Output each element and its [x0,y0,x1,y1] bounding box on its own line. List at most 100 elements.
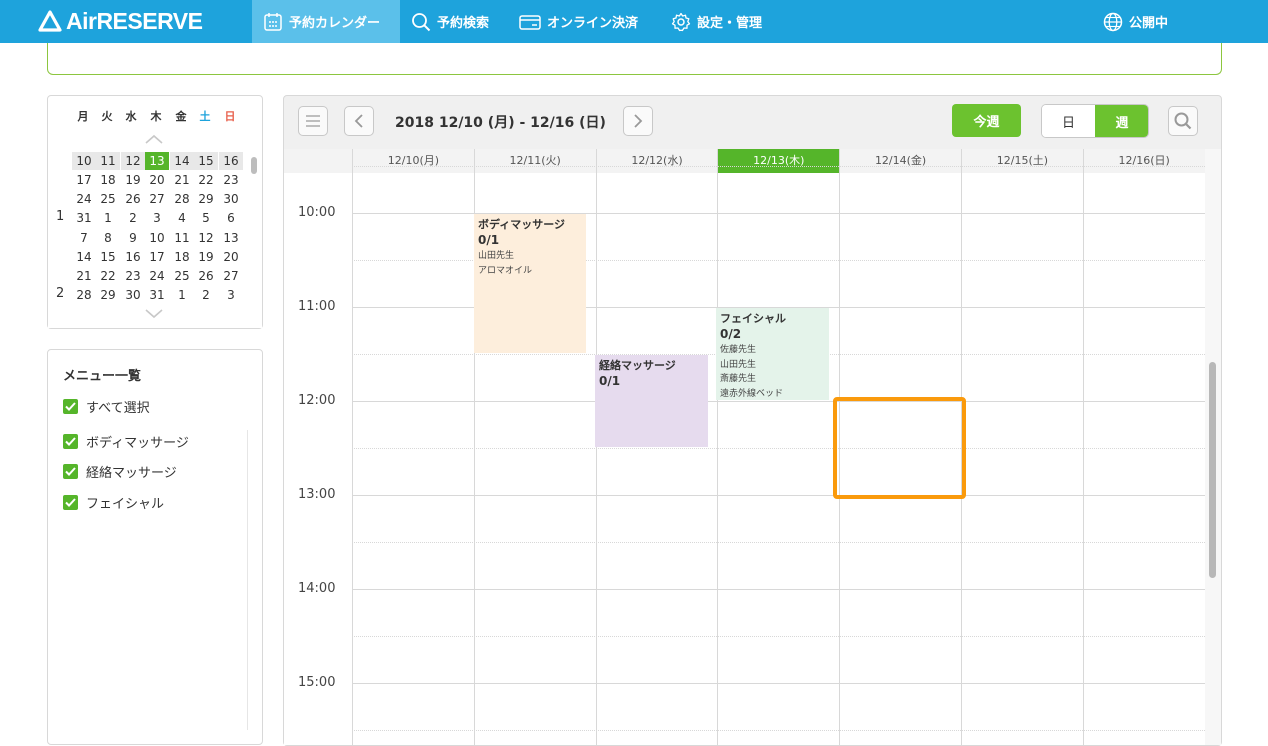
time-column-header [284,149,352,173]
mini-calendar-day[interactable]: 2 [121,209,145,227]
mini-calendar-day[interactable]: 14 [72,248,96,266]
day-header[interactable]: 12/11(火) [473,149,596,173]
grid-half-hour-line [352,730,1205,731]
mini-calendar-day[interactable]: 3 [145,209,169,227]
time-label: 11:00 [298,299,336,314]
calendar-icon [264,12,282,31]
day-header[interactable]: 12/13(木) [717,149,840,173]
mini-calendar-day[interactable]: 1 [96,209,120,227]
this-week-button[interactable]: 今週 [952,104,1021,137]
grid-hour-line [352,589,1205,590]
mini-calendar-day[interactable]: 10 [145,229,169,247]
grid-hour-line [352,401,1205,402]
menu-title: メニュー一覧 [63,369,142,384]
mini-calendar-day[interactable]: 16 [121,248,145,266]
mini-calendar-day[interactable]: 22 [194,171,218,189]
menu-item-meridian-massage[interactable]: 経絡マッサージ [63,462,177,481]
mini-calendar-day[interactable]: 9 [121,229,145,247]
day-header[interactable]: 12/16(日) [1082,149,1205,173]
mini-calendar-day[interactable]: 15 [194,152,218,170]
mini-calendar-day[interactable]: 12 [194,229,218,247]
day-header[interactable]: 12/14(金) [839,149,961,173]
time-label: 14:00 [298,581,336,596]
select-all-checkbox[interactable]: すべて選択 [63,397,150,416]
mini-calendar-day[interactable]: 29 [194,190,218,208]
time-label: 12:00 [298,393,336,408]
chevron-down-icon[interactable] [144,308,164,320]
day-view-button[interactable]: 日 [1042,105,1095,137]
time-label: 15:00 [298,675,336,690]
mini-calendar-day[interactable]: 6 [219,209,243,227]
mini-calendar-day[interactable]: 21 [170,171,194,189]
selection-highlight[interactable] [833,397,966,499]
mini-calendar-day[interactable]: 11 [170,229,194,247]
mini-calendar-day[interactable]: 25 [96,190,120,208]
search-button[interactable] [1168,106,1198,136]
mini-calendar-day[interactable]: 17 [72,171,96,189]
mini-calendar-day[interactable]: 30 [219,190,243,208]
mini-calendar-day[interactable]: 22 [96,267,120,285]
mini-calendar-day[interactable]: 18 [96,171,120,189]
mini-calendar-day[interactable]: 19 [194,248,218,266]
grid-half-hour-line [352,542,1205,543]
mini-calendar-day[interactable]: 25 [170,267,194,285]
notice-strip [47,43,1222,75]
nav-reservation-search[interactable]: 予約検索 [411,0,489,43]
mini-calendar-day[interactable]: 20 [145,171,169,189]
next-week-button[interactable] [623,106,653,136]
day-header[interactable]: 12/12(水) [595,149,718,173]
mini-calendar-day[interactable]: 28 [170,190,194,208]
event-name: 経絡マッサージ [599,359,676,372]
publish-status[interactable]: 公開中 [1103,0,1168,43]
menu-toggle-button[interactable] [298,106,328,136]
day-header[interactable]: 12/15(土) [961,149,1083,173]
mini-calendar-day[interactable]: 24 [72,190,96,208]
event-detail: 斎藤先生 [720,374,757,384]
mini-calendar-day[interactable]: 20 [219,248,243,266]
menu-item-facial[interactable]: フェイシャル [63,493,164,512]
mini-calendar-day[interactable]: 17 [145,248,169,266]
mini-calendar-day[interactable]: 10 [72,152,96,170]
mini-calendar-day[interactable]: 19 [121,171,145,189]
time-label: 10:00 [298,205,336,220]
app-logo[interactable]: AirRESERVE [38,7,203,35]
mini-calendar-day[interactable]: 16 [219,152,243,170]
mini-calendar-day[interactable]: 27 [145,190,169,208]
mini-calendar-scrollbar[interactable] [251,157,257,174]
mini-calendar-day[interactable]: 13 [219,229,243,247]
mini-calendar-day[interactable]: 26 [121,190,145,208]
prev-week-button[interactable] [344,106,374,136]
mini-calendar-day[interactable]: 27 [219,267,243,285]
calendar-scrollbar[interactable] [1209,362,1216,578]
mini-calendar-day[interactable]: 4 [170,209,194,227]
event-body-massage[interactable]: ボディマッサージ 0/1 山田先生 アロマオイル [474,214,586,353]
mini-calendar-day[interactable]: 31 [72,209,96,227]
nav-label: オンライン決済 [547,16,639,31]
mini-calendar-day[interactable]: 5 [194,209,218,227]
mini-calendar-day[interactable]: 13 [145,152,169,170]
nav-settings[interactable]: 設定・管理 [671,0,762,43]
weekday-wed: 水 [125,110,137,123]
day-header[interactable]: 12/10(月) [352,149,474,173]
mini-calendar-day[interactable]: 14 [170,152,194,170]
search-icon [412,12,431,31]
mini-calendar-day[interactable]: 23 [219,171,243,189]
mini-calendar-day[interactable]: 21 [72,267,96,285]
mini-calendar-day[interactable]: 8 [96,229,120,247]
week-view-button[interactable]: 週 [1095,105,1148,137]
mini-calendar-day[interactable]: 15 [96,248,120,266]
nav-reservation-calendar[interactable]: 予約カレンダー [252,0,400,43]
mini-calendar-day[interactable]: 24 [145,267,169,285]
event-facial[interactable]: フェイシャル 0/2 佐藤先生 山田先生 斎藤先生 遠赤外線ベッド [716,308,829,400]
event-meridian-massage[interactable]: 経絡マッサージ 0/1 [595,355,708,447]
chevron-up-icon[interactable] [144,133,164,145]
checkmark-icon [63,464,78,479]
mini-calendar-day[interactable]: 26 [194,267,218,285]
mini-calendar-day[interactable]: 23 [121,267,145,285]
mini-calendar-day[interactable]: 11 [96,152,120,170]
nav-online-payment[interactable]: オンライン決済 [519,0,638,43]
mini-calendar-day[interactable]: 18 [170,248,194,266]
mini-calendar-day[interactable]: 7 [72,229,96,247]
mini-calendar-day[interactable]: 12 [121,152,145,170]
menu-item-body-massage[interactable]: ボディマッサージ [63,432,189,451]
